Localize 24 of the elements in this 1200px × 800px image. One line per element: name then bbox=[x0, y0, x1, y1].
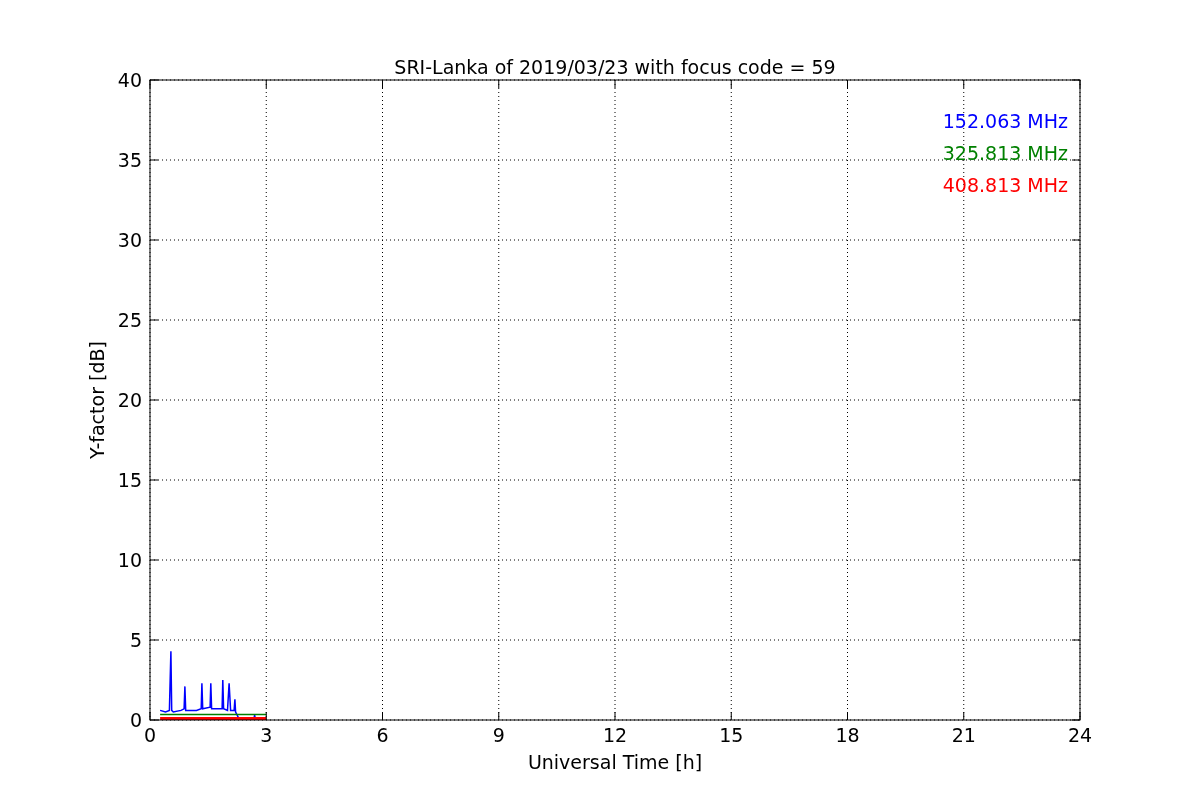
y-tick-label: 10 bbox=[117, 549, 142, 571]
x-tick-label: 9 bbox=[492, 724, 505, 746]
x-tick-label: 15 bbox=[719, 724, 744, 746]
x-tick-label: 3 bbox=[260, 724, 273, 746]
y-tick-label: 0 bbox=[129, 709, 142, 731]
y-tick-label: 25 bbox=[117, 309, 142, 331]
x-tick-label: 12 bbox=[602, 724, 628, 746]
x-tick-label: 18 bbox=[835, 724, 860, 746]
x-tick-label: 6 bbox=[376, 724, 389, 746]
chart-title: SRI-Lanka of 2019/03/23 with focus code = 59 bbox=[394, 56, 836, 78]
legend-label: 325.813 MHz bbox=[942, 142, 1068, 164]
legend-label: 408.813 MHz bbox=[942, 174, 1068, 196]
x-axis-label: Universal Time [h] bbox=[527, 751, 703, 773]
y-tick-label: 40 bbox=[117, 69, 142, 91]
y-tick-label: 20 bbox=[117, 389, 142, 411]
y-tick-label: 30 bbox=[117, 229, 142, 251]
x-tick-label: 0 bbox=[143, 724, 157, 746]
y-axis-label: Y-factor [dB] bbox=[86, 341, 108, 459]
y-tick-label: 15 bbox=[117, 469, 142, 491]
x-tick-label: 21 bbox=[951, 724, 976, 746]
y-tick-label: 35 bbox=[117, 149, 142, 171]
y-tick-label: 5 bbox=[129, 629, 142, 651]
x-tick-label: 24 bbox=[1067, 724, 1093, 746]
legend-label: 152.063 MHz bbox=[942, 110, 1068, 132]
